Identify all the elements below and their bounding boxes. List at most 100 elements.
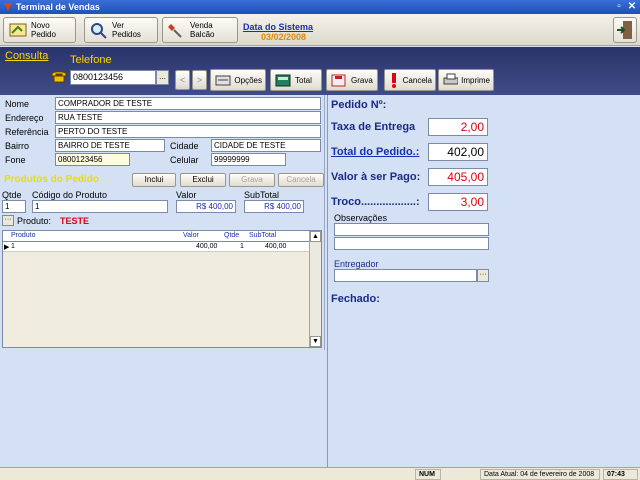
current-date: Data Atual: 04 de fevereiro de 2008 [480, 469, 600, 480]
fone-field[interactable]: 0800123456 [55, 153, 130, 166]
title-bar: Terminal de Vendas ▫ ✕ [0, 0, 640, 14]
novo-pedido-label: Novo Pedido [31, 21, 56, 39]
col-subtotal[interactable]: SubTotal [249, 232, 276, 239]
celular-label: Celular [170, 155, 199, 165]
cidade-field[interactable]: CIDADE DE TESTE [211, 139, 321, 152]
telefone-lookup-button[interactable]: ... [156, 70, 169, 85]
grid-header: Produto Valor Qtde SubTotal [3, 231, 309, 242]
nome-field[interactable]: COMPRADOR DE TESTE [55, 97, 321, 110]
apagar-label: Valor à ser Pago: [331, 171, 421, 183]
opcoes-label: Opções [234, 75, 262, 85]
close-icon[interactable]: ✕ [626, 1, 638, 13]
fechado-label: Fechado: [331, 293, 380, 305]
app-icon [4, 3, 12, 11]
system-date: 03/02/2008 [261, 32, 307, 42]
observacoes-field-2[interactable] [334, 237, 489, 250]
cancela-button[interactable]: Cancela [384, 69, 436, 91]
grava-button[interactable]: Grava [326, 69, 378, 91]
nome-label: Nome [5, 99, 30, 109]
system-date-label[interactable]: Data do Sistema [243, 22, 313, 32]
produto-lookup-button[interactable]: ··· [2, 215, 14, 226]
novo-pedido-button[interactable]: Novo Pedido [3, 17, 76, 43]
imprime-label: Imprime [461, 75, 490, 85]
grid-scrollbar[interactable]: ▲ ▼ [309, 231, 321, 347]
cancela-label: Cancela [402, 75, 432, 85]
save-icon [331, 74, 346, 87]
fone-label: Fone [5, 155, 26, 165]
exclui-button[interactable]: Exclui [180, 173, 226, 187]
imprime-button[interactable]: Imprime [438, 69, 494, 91]
col-qtde[interactable]: Qtde [224, 232, 239, 239]
subtotal-field[interactable]: R$ 400,00 [244, 200, 304, 213]
produto-name: TESTE [60, 216, 90, 226]
venda-balcao-button[interactable]: Venda Balcão [162, 17, 238, 43]
codigo-label: Código do Produto [32, 190, 108, 200]
num-lock-indicator: NUM [415, 469, 441, 480]
troco-field: 3,00 [428, 193, 488, 211]
new-order-icon [9, 23, 27, 37]
clock: 07:43 [603, 469, 638, 480]
ver-pedidos-label: Ver Pedidos [112, 21, 141, 39]
entregador-lookup-button[interactable]: ··· [477, 269, 489, 282]
restore-icon[interactable]: ▫ [613, 1, 625, 13]
qtde-label: Qtde [2, 190, 22, 200]
telefone-input[interactable]: 0800123456 [70, 70, 156, 85]
consulta-link[interactable]: Consulta [5, 50, 48, 62]
row-indicator-icon: ▶ [4, 244, 10, 251]
apagar-field[interactable]: 405,00 [428, 168, 488, 186]
produto-label: Produto: [17, 216, 52, 226]
options-icon [215, 75, 231, 86]
products-grid[interactable]: Produto Valor Qtde SubTotal ▶ 1 400,00 1… [2, 230, 322, 348]
opcoes-button[interactable]: Opções [210, 69, 266, 91]
referencia-field[interactable]: PERTO DO TESTE [55, 125, 321, 138]
prev-button[interactable]: < [175, 70, 190, 90]
pedido-label: Pedido Nº: [331, 99, 387, 111]
scroll-down-icon[interactable]: ▼ [310, 336, 321, 347]
cell-subtotal: 400,00 [265, 243, 287, 250]
total-label: Total [295, 75, 312, 85]
magnifier-icon [91, 23, 107, 39]
exclamation-icon [392, 73, 396, 88]
next-button[interactable]: > [192, 70, 207, 90]
total-button[interactable]: Total [270, 69, 322, 91]
codigo-field[interactable]: 1 [32, 200, 168, 213]
valor-label: Valor [176, 190, 197, 200]
status-bar: NUM Data Atual: 04 de fevereiro de 2008 … [0, 467, 640, 480]
scroll-up-icon[interactable]: ▲ [310, 231, 321, 242]
total-field: 402,00 [428, 143, 488, 161]
exit-button[interactable] [613, 17, 637, 43]
taxa-label: Taxa de Entrega [331, 121, 416, 133]
troco-label: Troco..................: [331, 196, 420, 208]
table-row[interactable]: ▶ 1 400,00 1 400,00 [3, 242, 309, 252]
bairro-field[interactable]: BAIRRO DE TESTE [55, 139, 165, 152]
inclui-button[interactable]: Inclui [132, 173, 176, 187]
printer-icon [443, 73, 459, 85]
venda-balcao-label: Venda Balcão [190, 21, 215, 39]
window-title: Terminal de Vendas [16, 2, 100, 12]
subtotal-label: SubTotal [244, 190, 280, 200]
grava-item-button[interactable]: Grava [229, 173, 275, 187]
endereco-field[interactable]: RUA TESTE [55, 111, 321, 124]
telefone-label: Telefone [70, 54, 112, 66]
col-valor[interactable]: Valor [183, 232, 199, 239]
cell-produto: 1 [11, 243, 15, 250]
observacoes-label: Observações [334, 213, 388, 223]
total-pedido-link[interactable]: Total do Pedido.: [331, 146, 419, 158]
produtos-section-title: Produtos do Pedido [4, 174, 99, 185]
celular-field[interactable]: 99999999 [211, 153, 286, 166]
valor-field[interactable]: R$ 400,00 [176, 200, 236, 213]
qtde-field[interactable]: 1 [2, 200, 26, 213]
cell-qtde: 1 [240, 243, 244, 250]
calculator-icon [275, 74, 291, 87]
entregador-field[interactable] [334, 269, 477, 282]
taxa-field[interactable]: 2,00 [428, 118, 488, 136]
col-produto[interactable]: Produto [11, 232, 36, 239]
cell-valor: 400,00 [196, 243, 218, 250]
ver-pedidos-button[interactable]: Ver Pedidos [84, 17, 158, 43]
cancela-item-button[interactable]: Cancela [278, 173, 324, 187]
observacoes-field-1[interactable] [334, 223, 489, 236]
tools-icon [168, 24, 182, 38]
bairro-label: Bairro [5, 141, 30, 151]
entregador-label: Entregador [334, 259, 379, 269]
grava-label: Grava [351, 75, 373, 85]
